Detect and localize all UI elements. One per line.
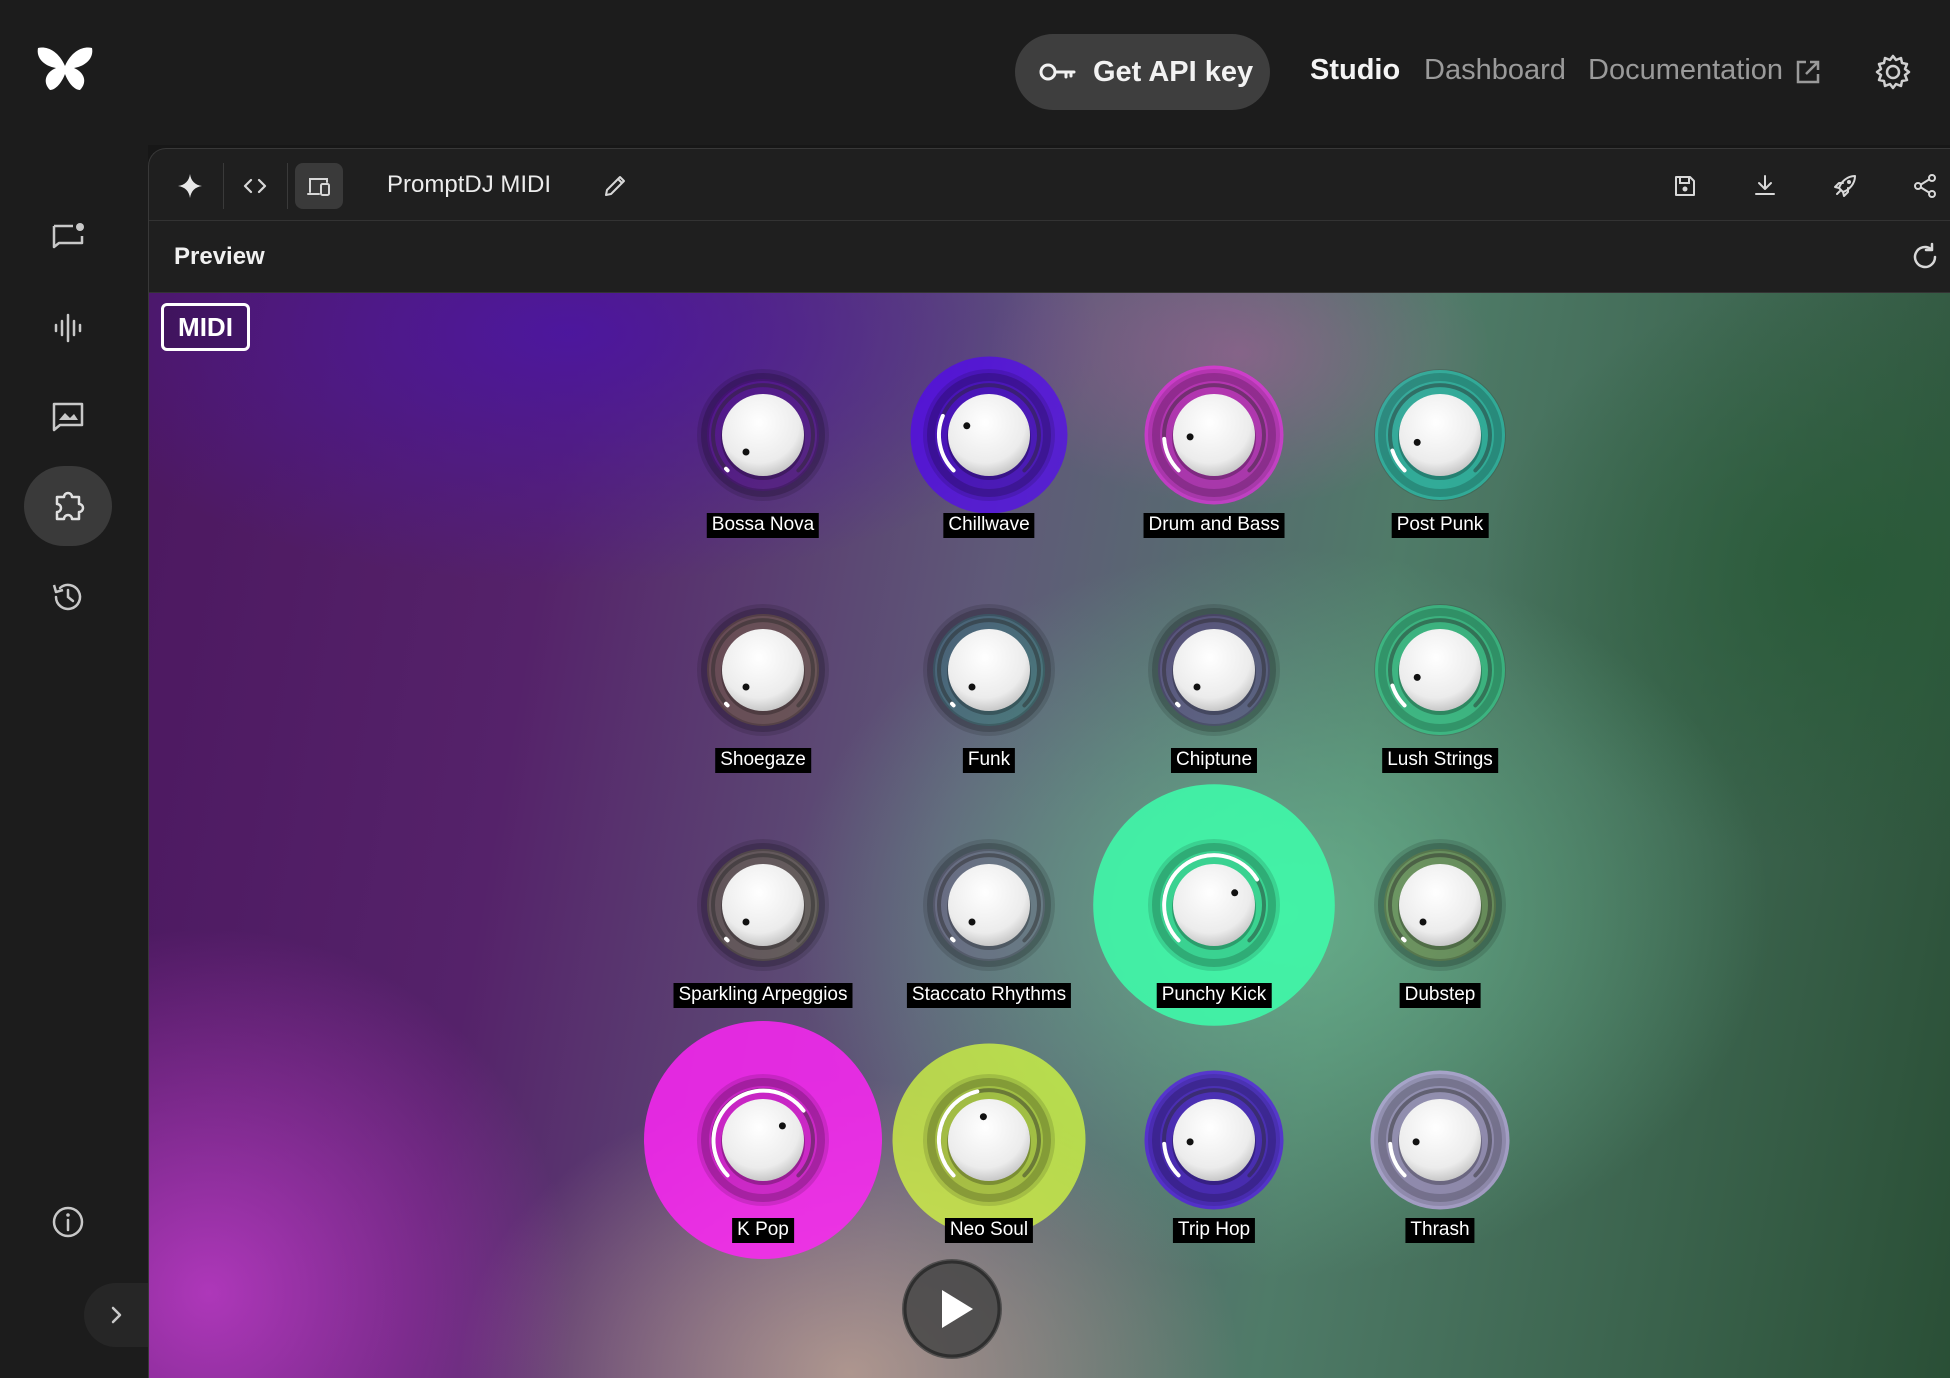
sidebar-item-audio[interactable] xyxy=(24,288,112,368)
code-icon xyxy=(243,178,267,194)
knob-thrash[interactable]: Thrash xyxy=(1310,1010,1570,1270)
share-icon xyxy=(1914,174,1936,198)
expand-sidebar-button[interactable] xyxy=(84,1283,148,1347)
history-icon xyxy=(52,583,82,611)
info-icon xyxy=(52,1206,84,1238)
knob-label: Lush Strings xyxy=(1382,748,1498,773)
knob-label: Sparkling Arpeggios xyxy=(673,983,853,1008)
knob-label: Bossa Nova xyxy=(706,513,820,538)
promptdj-stage: MIDI Bossa Nova Chillwave Drum and Bass Pos… xyxy=(149,293,1950,1378)
play-button[interactable] xyxy=(900,1257,1004,1361)
midi-toggle-button[interactable]: MIDI xyxy=(161,303,250,351)
app-title: PromptDJ MIDI xyxy=(387,171,552,198)
knob-value-arc xyxy=(724,466,730,473)
settings-gear-icon[interactable] xyxy=(1874,53,1912,91)
knob-label: K Pop xyxy=(732,1218,794,1243)
knob-value-arc xyxy=(950,701,956,708)
knob-bossa-nova[interactable]: Bossa Nova xyxy=(633,305,893,565)
knob-drum-and-bass[interactable]: Drum and Bass xyxy=(1084,305,1344,565)
knob-label: Funk xyxy=(962,748,1016,773)
chevron-right-icon xyxy=(111,1306,122,1324)
sidebar-item-image[interactable] xyxy=(24,377,112,457)
knob-label: Drum and Bass xyxy=(1143,513,1285,538)
rocket-icon xyxy=(1834,175,1856,197)
sparkle-icon xyxy=(178,174,202,198)
chat-icon xyxy=(52,223,84,249)
sidebar-item-apps[interactable] xyxy=(24,466,112,546)
knob-value-arc xyxy=(950,936,956,943)
sidebar-item-history[interactable] xyxy=(24,557,112,637)
knob-lush-strings[interactable]: Lush Strings xyxy=(1310,540,1570,800)
get-api-key-button[interactable]: Get API key xyxy=(1015,34,1270,110)
deploy-button[interactable] xyxy=(1821,163,1869,209)
knob-neo-soul[interactable]: Neo Soul xyxy=(859,1010,1119,1270)
knob-label: Dubstep xyxy=(1399,983,1481,1008)
pencil-icon xyxy=(605,176,625,196)
knob-punchy-kick[interactable]: Punchy Kick xyxy=(1084,775,1344,1035)
preview-label: Preview xyxy=(174,243,265,270)
share-button[interactable] xyxy=(1901,163,1949,209)
left-sidebar xyxy=(0,145,148,1378)
nav-documentation[interactable]: Documentation xyxy=(1588,54,1783,87)
device-preview-icon xyxy=(307,178,330,196)
preview-view-button[interactable] xyxy=(295,163,343,209)
knob-k-pop[interactable]: K Pop xyxy=(633,1010,893,1270)
knob-label: Chiptune xyxy=(1170,748,1258,773)
knob-post-punk[interactable]: Post Punk xyxy=(1310,305,1570,565)
knob-label: Shoegaze xyxy=(715,748,811,773)
app-toolbar: PromptDJ MIDI xyxy=(149,149,1950,221)
nav-dashboard[interactable]: Dashboard xyxy=(1424,54,1566,87)
knob-dubstep[interactable]: Dubstep xyxy=(1310,775,1570,1035)
key-icon xyxy=(1039,63,1076,81)
refresh-icon[interactable] xyxy=(1909,241,1941,273)
knob-value-arc xyxy=(724,936,730,943)
knob-label: Chillwave xyxy=(943,513,1035,538)
knob-shoegaze[interactable]: Shoegaze xyxy=(633,540,893,800)
top-bar: Get API key Studio Dashboard Documentati… xyxy=(0,0,1950,145)
download-button[interactable] xyxy=(1741,163,1789,209)
preview-header: Preview xyxy=(149,221,1950,293)
image-chat-icon xyxy=(52,402,84,432)
knob-trip-hop[interactable]: Trip Hop xyxy=(1084,1010,1344,1270)
download-icon xyxy=(1755,175,1775,195)
rename-button[interactable] xyxy=(591,163,639,209)
knob-label: Trip Hop xyxy=(1172,1218,1256,1243)
knob-funk[interactable]: Funk xyxy=(859,540,1119,800)
audio-waveform-icon xyxy=(54,313,82,343)
gemini-button[interactable] xyxy=(166,163,214,209)
puzzle-icon xyxy=(55,491,85,521)
app-panel: PromptDJ MIDI Preview MIDI Bossa Nova Ch… xyxy=(148,148,1950,1378)
butterfly-logo-icon[interactable] xyxy=(34,44,96,94)
save-icon xyxy=(1675,176,1695,196)
knob-value-arc xyxy=(1401,936,1407,943)
knob-value-arc xyxy=(724,701,730,708)
knob-label: Punchy Kick xyxy=(1156,983,1272,1008)
knob-chillwave[interactable]: Chillwave xyxy=(859,305,1119,565)
knob-value-arc xyxy=(1175,701,1181,708)
knob-label: Staccato Rhythms xyxy=(906,983,1072,1008)
knob-label: Neo Soul xyxy=(944,1218,1034,1243)
knob-label: Post Punk xyxy=(1391,513,1489,538)
knob-staccato-rhythms[interactable]: Staccato Rhythms xyxy=(859,775,1119,1035)
external-link-icon[interactable] xyxy=(1795,59,1821,85)
knob-chiptune[interactable]: Chiptune xyxy=(1084,540,1344,800)
knob-sparkling-arpeggios[interactable]: Sparkling Arpeggios xyxy=(633,775,893,1035)
knob-label: Thrash xyxy=(1405,1218,1475,1243)
nav-studio[interactable]: Studio xyxy=(1310,54,1400,87)
code-view-button[interactable] xyxy=(231,163,279,209)
save-button[interactable] xyxy=(1661,163,1709,209)
sidebar-item-chat[interactable] xyxy=(24,198,112,278)
sidebar-item-info[interactable] xyxy=(24,1182,112,1262)
get-api-key-label: Get API key xyxy=(1093,55,1254,88)
